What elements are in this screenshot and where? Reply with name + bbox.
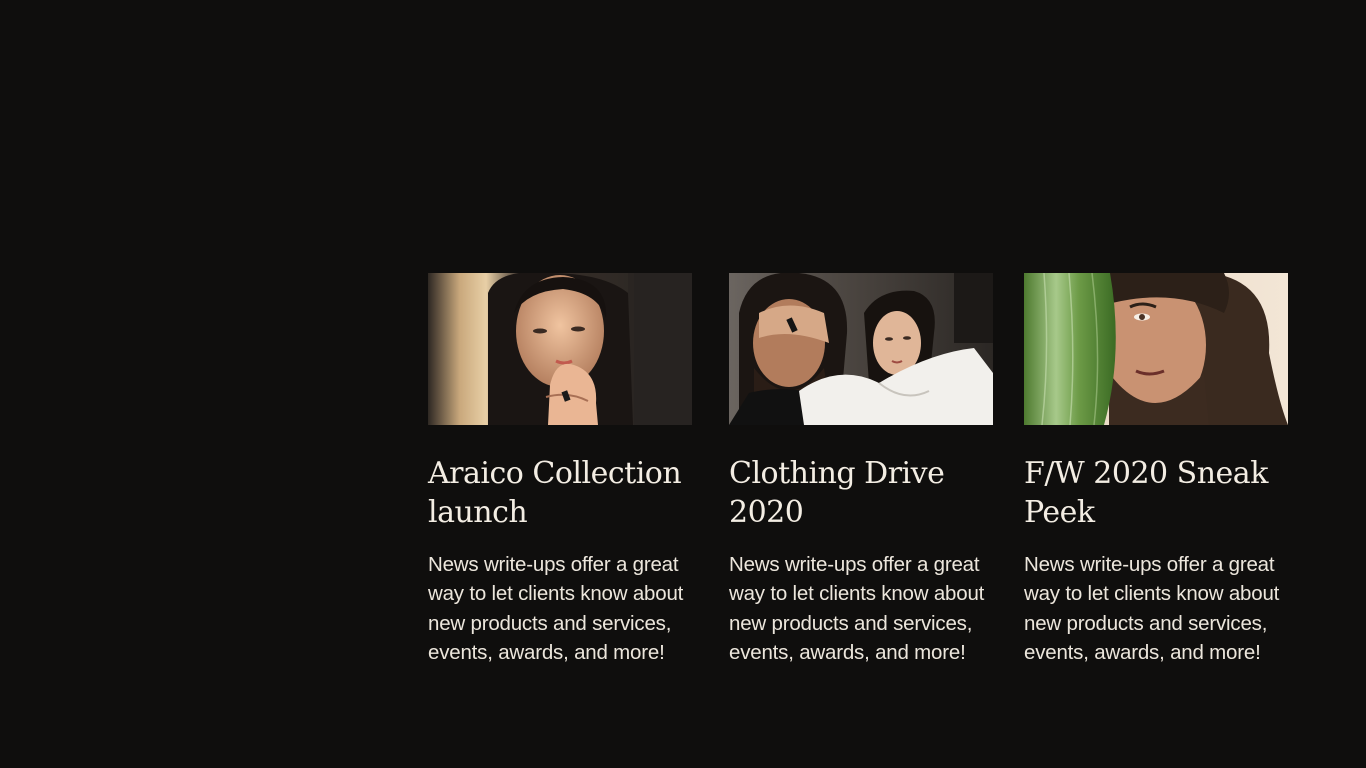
couple-portrait-image <box>729 273 993 425</box>
post-title[interactable]: Clothing Drive 2020 <box>729 454 993 532</box>
woman-portrait-image <box>428 273 692 425</box>
post-card[interactable]: F/W 2020 Sneak Peek News write-ups offer… <box>1024 273 1288 667</box>
post-image[interactable] <box>1024 273 1288 425</box>
man-portrait-image <box>1024 273 1288 425</box>
post-card[interactable]: Clothing Drive 2020 News write-ups offer… <box>729 273 993 667</box>
news-section: Araico Collection launch News write-ups … <box>0 0 1366 768</box>
post-card[interactable]: Araico Collection launch News write-ups … <box>428 273 692 667</box>
post-image[interactable] <box>428 273 692 425</box>
post-title[interactable]: F/W 2020 Sneak Peek <box>1024 454 1288 532</box>
post-excerpt: News write-ups offer a great way to let … <box>729 553 985 664</box>
post-excerpt: News write-ups offer a great way to let … <box>1024 553 1280 664</box>
post-title[interactable]: Araico Collection launch <box>428 454 692 532</box>
post-image[interactable] <box>729 273 993 425</box>
post-excerpt: News write-ups offer a great way to let … <box>428 553 684 664</box>
